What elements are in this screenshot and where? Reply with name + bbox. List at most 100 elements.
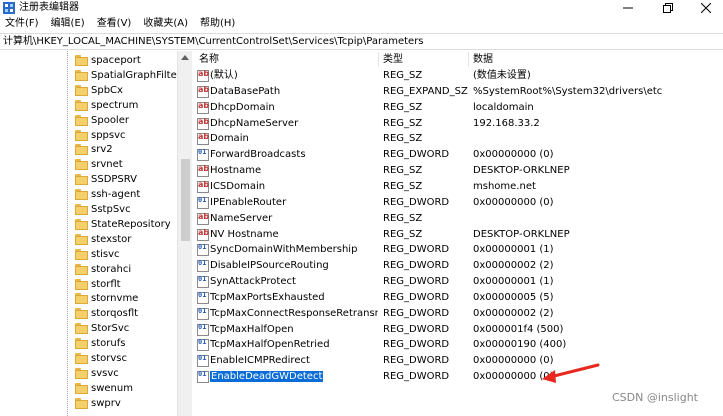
value-row[interactable]: TcpMaxHalfOpenRetried REG_DWORD 0x00000190… xyxy=(193,337,723,353)
value-data: DESKTOP-ORKLNEP xyxy=(473,165,570,177)
value-row[interactable]: DisableIPSourceRouting REG_DWORD 0x0000000… xyxy=(193,258,723,274)
value-row[interactable]: TcpMaxHalfOpen REG_DWORD 0x000001f4 (500) xyxy=(193,322,723,338)
value-name-cell: DisableIPSourceRouting xyxy=(210,258,378,274)
menu-favorites[interactable]: 收藏夹(A) xyxy=(139,16,192,32)
value-row[interactable]: DhcpNameServer REG_SZ 192.168.33.2 xyxy=(193,116,723,132)
regedit-icon xyxy=(3,2,15,14)
menu-view[interactable]: 查看(V) xyxy=(93,16,136,32)
column-data-header[interactable]: 数据 xyxy=(473,51,493,68)
value-name: ForwardBroadcasts xyxy=(210,149,306,161)
column-type-header[interactable]: 类型 xyxy=(383,51,403,68)
tree-item[interactable]: sppsvc xyxy=(75,128,126,143)
value-row[interactable]: (默认) REG_SZ (数值未设置) xyxy=(193,68,723,84)
value-row[interactable]: SyncDomainWithMembership REG_DWORD 0x00000… xyxy=(193,242,723,258)
folder-icon xyxy=(75,159,88,171)
value-row[interactable]: NameServer REG_SZ xyxy=(193,211,723,227)
value-row[interactable]: SynAttackProtect REG_DWORD 0x00000001 (1) xyxy=(193,274,723,290)
string-value-icon xyxy=(197,180,209,193)
value-data: %SystemRoot%\System32\drivers\etc xyxy=(473,85,663,97)
tree-item[interactable]: srv2 xyxy=(75,142,113,157)
minimize-button[interactable] xyxy=(614,0,642,16)
value-type: REG_SZ xyxy=(383,165,423,177)
tree-item[interactable]: storqosflt xyxy=(75,306,138,321)
value-row[interactable]: TcpMaxPortsExhausted REG_DWORD 0x00000005 … xyxy=(193,290,723,306)
folder-icon xyxy=(75,189,88,201)
value-type: REG_EXPAND_SZ xyxy=(383,85,468,97)
value-type: REG_DWORD xyxy=(383,260,450,272)
folder-icon xyxy=(75,278,88,290)
scroll-up-arrow-icon[interactable] xyxy=(181,55,189,60)
value-data: 192.168.33.2 xyxy=(473,117,540,129)
value-type: REG_DWORD xyxy=(383,323,450,335)
tree-item[interactable]: SSDPSRV xyxy=(75,172,137,187)
tree-item[interactable]: storufs xyxy=(75,336,125,351)
tree-item[interactable]: StateRepository xyxy=(75,217,171,232)
column-name-header[interactable]: 名称 xyxy=(199,51,219,68)
value-name: (默认) xyxy=(210,70,238,81)
tree-item[interactable]: storahci xyxy=(75,262,131,277)
tree-item[interactable]: ssh-agent xyxy=(75,187,140,202)
tree-item-label: storahci xyxy=(91,263,132,275)
value-row[interactable]: EnableDeadGWDetectREG_DWORD0x00000000 (0… xyxy=(193,369,723,385)
scrollbar-thumb[interactable] xyxy=(181,159,190,241)
value-row[interactable]: TcpMaxConnectResponseRetransmi... REG_DWO… xyxy=(193,306,723,322)
value-type: REG_SZ xyxy=(383,117,423,129)
value-data: 0x00000002 (2) xyxy=(473,260,554,272)
tree-scrollbar[interactable] xyxy=(177,51,192,416)
column-divider[interactable] xyxy=(378,52,379,67)
tree-item[interactable]: stisvc xyxy=(75,247,120,262)
address-bar[interactable]: 计算机\HKEY_LOCAL_MACHINE\SYSTEM\CurrentCon… xyxy=(0,33,723,50)
value-row[interactable]: Domain REG_SZ xyxy=(193,131,723,147)
folder-icon xyxy=(75,248,88,260)
tree-item[interactable]: spectrum xyxy=(75,98,138,113)
tree-item[interactable]: storflt xyxy=(75,277,121,292)
value-name: EnableICMPRedirect xyxy=(210,355,310,367)
value-row[interactable]: Hostname REG_SZ DESKTOP-ORKLNEP xyxy=(193,163,723,179)
tree-item[interactable]: srvnet xyxy=(75,157,123,172)
tree-item-label: SpbCx xyxy=(91,84,123,96)
tree-item[interactable]: storvsc xyxy=(75,351,127,366)
value-name: DisableIPSourceRouting xyxy=(210,260,329,272)
tree-item[interactable]: stexstor xyxy=(75,232,131,247)
values-list[interactable]: 名称 类型 数据 (默认) REG_SZ (数值未设置) DataBasePath RE… xyxy=(193,51,723,416)
tree-item[interactable]: StorSvc xyxy=(75,321,129,336)
tree-item[interactable]: swprv xyxy=(75,396,121,411)
value-data: 0x00000001 (1) xyxy=(473,276,554,288)
value-data: 0x00000000 (0) xyxy=(473,149,554,161)
folder-icon xyxy=(75,69,88,81)
value-row[interactable]: IPEnableRouter REG_DWORD 0x00000000 (0) xyxy=(193,195,723,211)
tree-item-label: swenum xyxy=(91,382,133,394)
binary-value-icon xyxy=(197,338,209,352)
value-row[interactable]: DhcpDomain REG_SZ localdomain xyxy=(193,100,723,116)
value-row[interactable]: EnableICMPRedirectREG_DWORD0x00000000 (0… xyxy=(193,353,723,369)
list-header: 名称 类型 数据 xyxy=(193,51,723,68)
value-type: REG_DWORD xyxy=(383,371,450,383)
tree-item[interactable]: svsvc xyxy=(75,366,119,381)
watermark: CSDN @inslight xyxy=(612,391,698,404)
value-row[interactable]: ForwardBroadcasts REG_DWORD 0x00000000 (0) xyxy=(193,147,723,163)
title-bar: 注册表编辑器 xyxy=(0,0,723,16)
tree-item[interactable]: SstpSvc xyxy=(75,202,131,217)
folder-icon xyxy=(75,367,88,379)
tree-item[interactable]: stornvme xyxy=(75,291,138,306)
menu-help[interactable]: 帮助(H) xyxy=(196,16,239,32)
tree-item-label: sppsvc xyxy=(91,129,126,141)
value-name-cell: ICSDomain xyxy=(210,179,378,195)
tree-item-label: storqosflt xyxy=(91,308,139,320)
restore-button[interactable] xyxy=(654,0,682,16)
tree-item[interactable]: Spooler xyxy=(75,113,129,128)
tree-item[interactable]: swenum xyxy=(75,381,133,396)
key-tree[interactable]: spaceport SpatialGraphFilter SpbCx spectrum… xyxy=(0,51,177,416)
tree-item[interactable]: SpbCx xyxy=(75,83,123,98)
tree-item[interactable]: SpatialGraphFilter xyxy=(75,68,177,83)
menu-file[interactable]: 文件(F) xyxy=(1,16,43,32)
string-value-icon xyxy=(197,164,209,178)
close-button[interactable] xyxy=(692,0,720,16)
menu-edit[interactable]: 编辑(E) xyxy=(47,16,89,32)
binary-value-icon xyxy=(197,196,209,209)
tree-item[interactable]: spaceport xyxy=(75,53,141,68)
value-row[interactable]: NV Hostname REG_SZ DESKTOP-ORKLNEP xyxy=(193,227,723,243)
value-row[interactable]: ICSDomain REG_SZ mshome.net xyxy=(193,179,723,195)
column-divider[interactable] xyxy=(468,52,469,67)
value-row[interactable]: DataBasePath REG_EXPAND_SZ %SystemRoot%\Sy… xyxy=(193,84,723,100)
